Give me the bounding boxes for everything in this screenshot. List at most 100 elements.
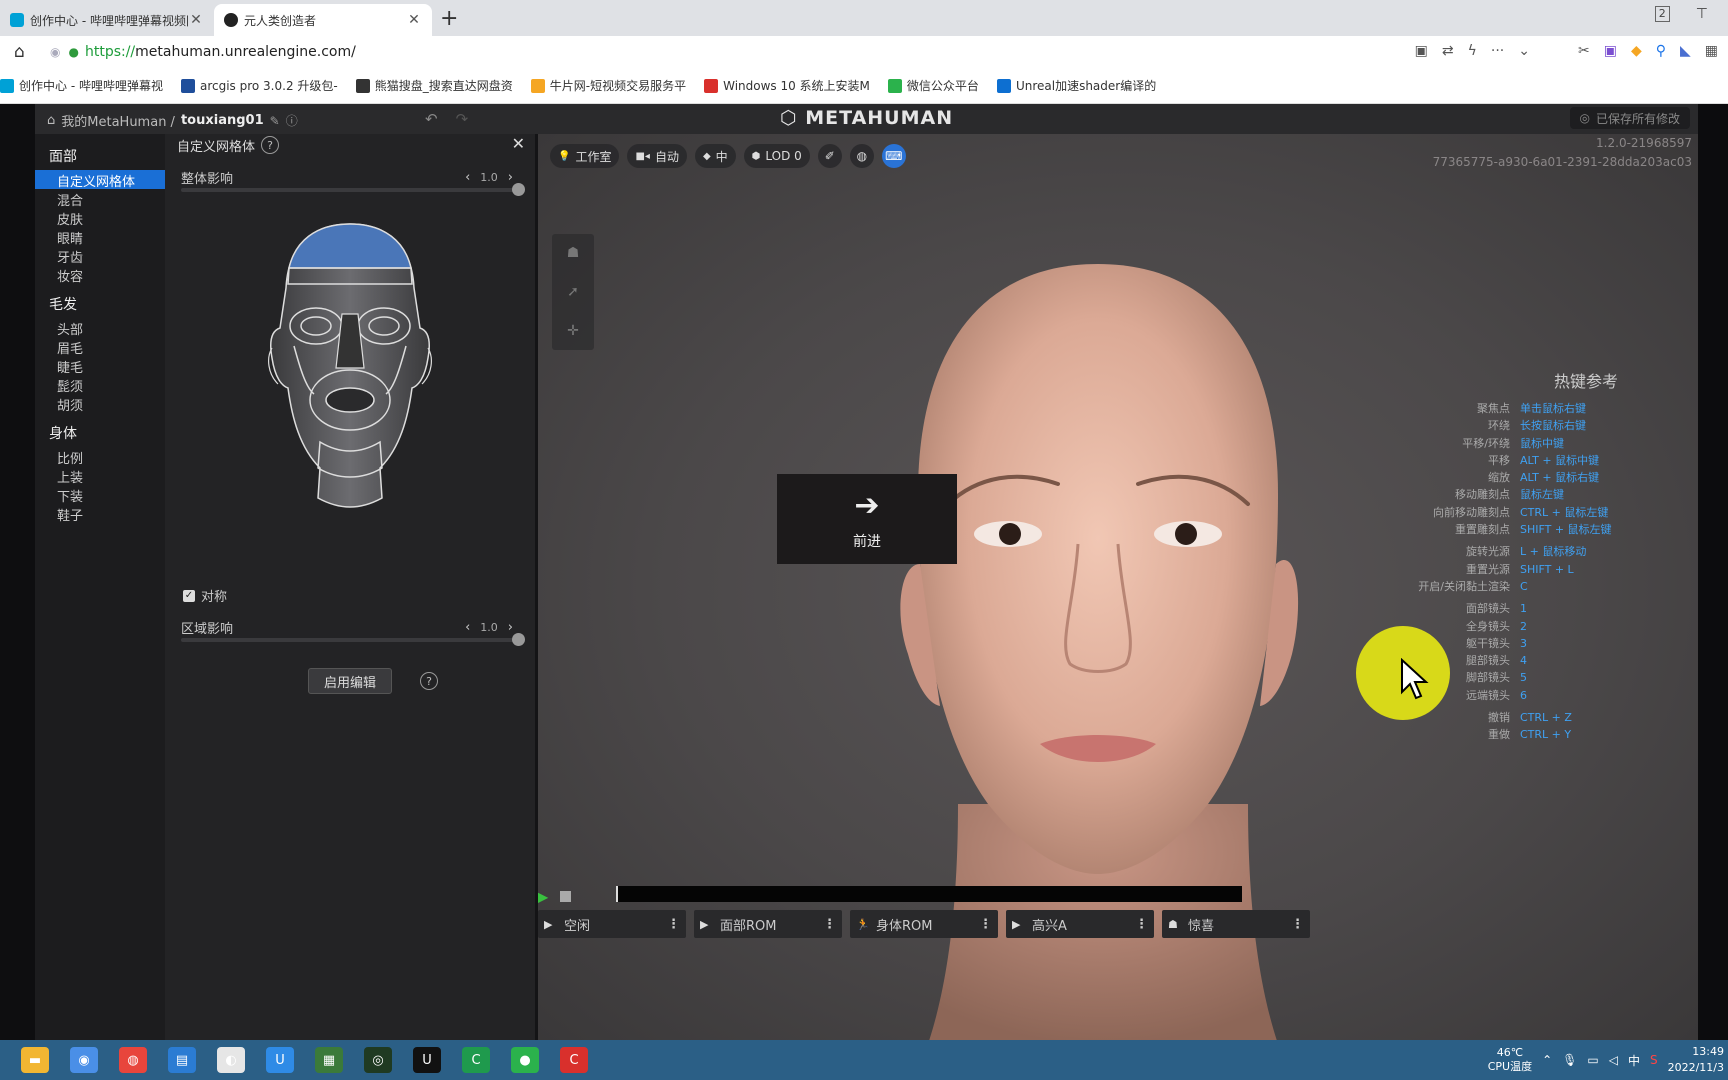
search-icon[interactable]: ⚲ — [1656, 43, 1666, 59]
unreal-engine-icon[interactable]: U — [413, 1047, 441, 1073]
nav-item[interactable]: 比例 — [35, 447, 165, 467]
nav-item[interactable]: 鞋子 — [35, 504, 165, 524]
more-options-icon[interactable]: ⋮ — [979, 917, 992, 932]
overall-influence-slider[interactable] — [181, 183, 525, 196]
symmetry-checkbox[interactable]: ✓ — [183, 589, 195, 602]
symmetry-row[interactable]: ✓ 对称 — [183, 586, 227, 605]
url-field[interactable]: ◉ ● https:// metahuman.unrealengine.com/ — [50, 41, 1340, 63]
slider-handle[interactable] — [512, 183, 525, 196]
nav-item[interactable]: 胡须 — [35, 394, 165, 414]
shield-ext-icon[interactable]: ◆ — [1631, 43, 1642, 59]
nav-group-header[interactable]: 毛发 — [35, 290, 165, 318]
chrome-icon[interactable]: ◍ — [119, 1047, 147, 1073]
region-influence-slider[interactable] — [181, 633, 525, 646]
tab-bilibili[interactable]: 创作中心 - 哔哩哔哩弹幕视频网 ✕ — [0, 4, 214, 36]
edit-name-icon[interactable]: ✎ — [270, 114, 280, 128]
close-tab-icon[interactable]: ✕ — [406, 12, 422, 28]
more-icon[interactable]: ··· — [1491, 43, 1504, 59]
nav-item[interactable]: 头部 — [35, 318, 165, 338]
nav-item[interactable]: 牙齿 — [35, 246, 165, 266]
clock[interactable]: 13:49 2022/11/3 — [1668, 1044, 1724, 1076]
network-icon[interactable]: ▭ — [1587, 1053, 1598, 1067]
image-icon[interactable]: ▣ — [1415, 43, 1428, 59]
nav-item[interactable]: 下装 — [35, 485, 165, 505]
pan-icon[interactable]: ✛ — [567, 323, 579, 339]
viewport-toolbar-item[interactable]: ⬢ LOD 0 — [743, 144, 810, 168]
more-options-icon[interactable]: ⋮ — [667, 917, 680, 932]
bookmark-item[interactable]: Windows 10 系统上安装M — [704, 77, 870, 94]
uu-icon[interactable]: U — [266, 1047, 294, 1073]
bookmark-item[interactable]: 牛片网-短视频交易服务平 — [530, 77, 686, 94]
nav-item[interactable]: 混合 — [35, 189, 165, 209]
sogou-icon[interactable]: S — [1650, 1053, 1658, 1067]
nav-group-header[interactable]: 身体 — [35, 419, 165, 447]
file-explorer-icon[interactable]: ▬ — [21, 1047, 49, 1073]
play-icon[interactable]: ▶ — [538, 887, 548, 906]
extension-icon[interactable]: ◣ — [1680, 43, 1691, 59]
baidu-netdisk-icon[interactable]: ◉ — [70, 1047, 98, 1073]
nav-item[interactable]: 上装 — [35, 466, 165, 486]
bookmark-item[interactable]: Unreal加速shader编译的 — [996, 77, 1156, 94]
slider-handle[interactable] — [512, 633, 525, 646]
timeline-scrubber[interactable] — [616, 886, 1242, 902]
decrement-icon[interactable]: ‹ — [465, 620, 470, 635]
increment-icon[interactable]: › — [508, 170, 513, 185]
animation-preset[interactable]: ▶ 空闲 ⋮ — [538, 910, 686, 938]
animation-preset[interactable]: ▶ 面部ROM ⋮ — [694, 910, 842, 938]
scalp-region[interactable] — [288, 223, 412, 269]
maps-icon[interactable]: ◎ — [364, 1047, 392, 1073]
microphone-icon[interactable]: 🎙 — [1562, 1053, 1577, 1067]
chevron-up-icon[interactable]: ⌃ — [1542, 1053, 1552, 1067]
home-icon[interactable]: ⌂ — [47, 113, 55, 128]
translate-icon[interactable]: ⇄ — [1442, 43, 1454, 59]
bookmark-item[interactable]: 微信公众平台 — [887, 77, 979, 94]
nav-item[interactable]: 眉毛 — [35, 337, 165, 357]
volume-icon[interactable]: ◁ — [1609, 1053, 1618, 1067]
wechat-icon[interactable]: ● — [511, 1047, 539, 1073]
nav-item[interactable]: 睫毛 — [35, 356, 165, 376]
face-region-map[interactable] — [250, 218, 450, 510]
more-options-icon[interactable]: ⋮ — [1135, 917, 1148, 932]
scissors-icon[interactable]: ✂ — [1578, 43, 1590, 59]
overall-influence-stepper[interactable]: ‹ 1.0 › — [465, 170, 513, 185]
mouth-region[interactable] — [325, 387, 375, 413]
bookmark-item[interactable]: 创作中心 - 哔哩哔哩弹幕视 — [0, 77, 163, 94]
sphere-icon[interactable]: ◍ — [849, 144, 874, 168]
bookmark-item[interactable]: 熊猫搜盘_搜索直达网盘资 — [355, 77, 513, 94]
apps-grid-icon[interactable]: ▦ — [1705, 43, 1718, 59]
tab-count-badge[interactable]: 2 — [1654, 6, 1670, 22]
viewport-toolbar-item[interactable]: 💡 工作室 — [550, 144, 620, 168]
more-options-icon[interactable]: ⋮ — [823, 917, 836, 932]
ime-indicator[interactable]: 中 — [1628, 1052, 1640, 1069]
nav-item[interactable]: 眼睛 — [35, 227, 165, 247]
close-icon[interactable]: ✕ — [512, 134, 525, 153]
bookmark-item[interactable]: arcgis pro 3.0.2 升级包- — [180, 77, 338, 94]
animation-preset[interactable]: ▶ 高兴A ⋮ — [1006, 910, 1154, 938]
region-influence-stepper[interactable]: ‹ 1.0 › — [465, 620, 513, 635]
enable-editing-button[interactable]: 启用编辑 — [308, 668, 392, 694]
nav-group-header[interactable]: 面部 — [35, 142, 165, 170]
breadcrumb-root[interactable]: 我的MetaHuman / — [61, 111, 175, 130]
word-doc-icon[interactable]: ▤ — [168, 1047, 196, 1073]
nav-item[interactable]: 妆容 — [35, 265, 165, 285]
animation-preset[interactable]: 🏃 身体ROM ⋮ — [850, 910, 998, 938]
close-tab-icon[interactable]: ✕ — [188, 12, 204, 28]
undo-icon[interactable]: ↶ — [425, 110, 438, 128]
shirt-icon[interactable]: ⊤ — [1696, 6, 1708, 22]
tab-metahuman[interactable]: 元人类创造者 ✕ — [214, 4, 432, 36]
viewport-toolbar-item[interactable]: ◆ 中 — [694, 144, 736, 168]
move-tool-icon[interactable]: ➚ — [567, 284, 579, 300]
more-options-icon[interactable]: ⋮ — [1291, 917, 1304, 932]
brush-icon[interactable]: ✐ — [817, 144, 842, 168]
animation-preset[interactable]: ☗ 惊喜 ⋮ — [1162, 910, 1310, 938]
lightning-icon[interactable]: ϟ — [1468, 43, 1477, 59]
skull-icon[interactable]: ☗ — [567, 245, 580, 261]
help-icon[interactable]: ? — [420, 672, 438, 690]
capcut-icon[interactable]: C — [560, 1047, 588, 1073]
nav-item[interactable]: 自定义网格体 — [35, 170, 165, 190]
browser-icon[interactable]: ◐ — [217, 1047, 245, 1073]
3d-viewport[interactable]: 💡 工作室 ■◂ 自动 ◆ 中 ⬢ LOD 0 ✐ ◍ ⌨ 1.2.0-21968597 77365… — [538, 134, 1698, 1040]
stop-icon[interactable] — [560, 891, 572, 902]
info-icon[interactable]: ⓘ — [286, 112, 298, 129]
forward-button[interactable]: ➔ 前进 — [777, 474, 957, 564]
